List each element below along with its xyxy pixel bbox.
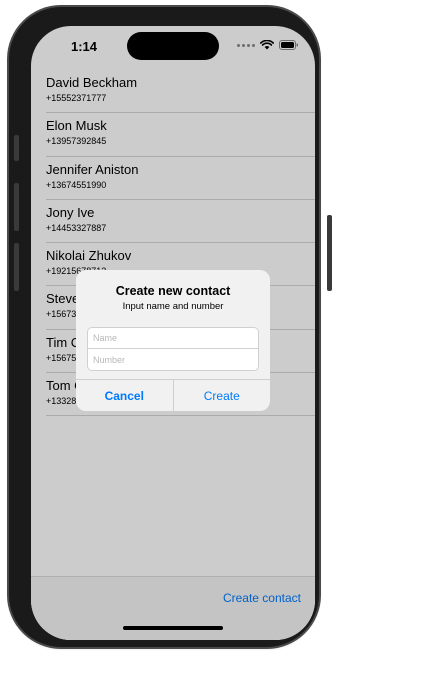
alert-title: Create new contact xyxy=(115,284,231,298)
alert-actions: Cancel Create xyxy=(76,379,270,411)
phone-frame: 1:14 David Beckham +15552371777 Elon Mus… xyxy=(9,7,332,647)
cancel-button[interactable]: Cancel xyxy=(76,380,174,411)
name-input[interactable] xyxy=(87,327,259,349)
number-input[interactable] xyxy=(87,349,259,371)
volume-down-button xyxy=(14,243,19,291)
alert-message: Input name and number xyxy=(122,301,224,312)
screen: 1:14 David Beckham +15552371777 Elon Mus… xyxy=(31,26,315,640)
power-button xyxy=(327,215,332,291)
create-button[interactable]: Create xyxy=(174,380,271,411)
volume-up-button xyxy=(14,183,19,231)
create-contact-alert: Create new contact Input name and number… xyxy=(76,270,270,411)
home-indicator[interactable] xyxy=(123,626,223,630)
silent-switch xyxy=(14,135,19,161)
